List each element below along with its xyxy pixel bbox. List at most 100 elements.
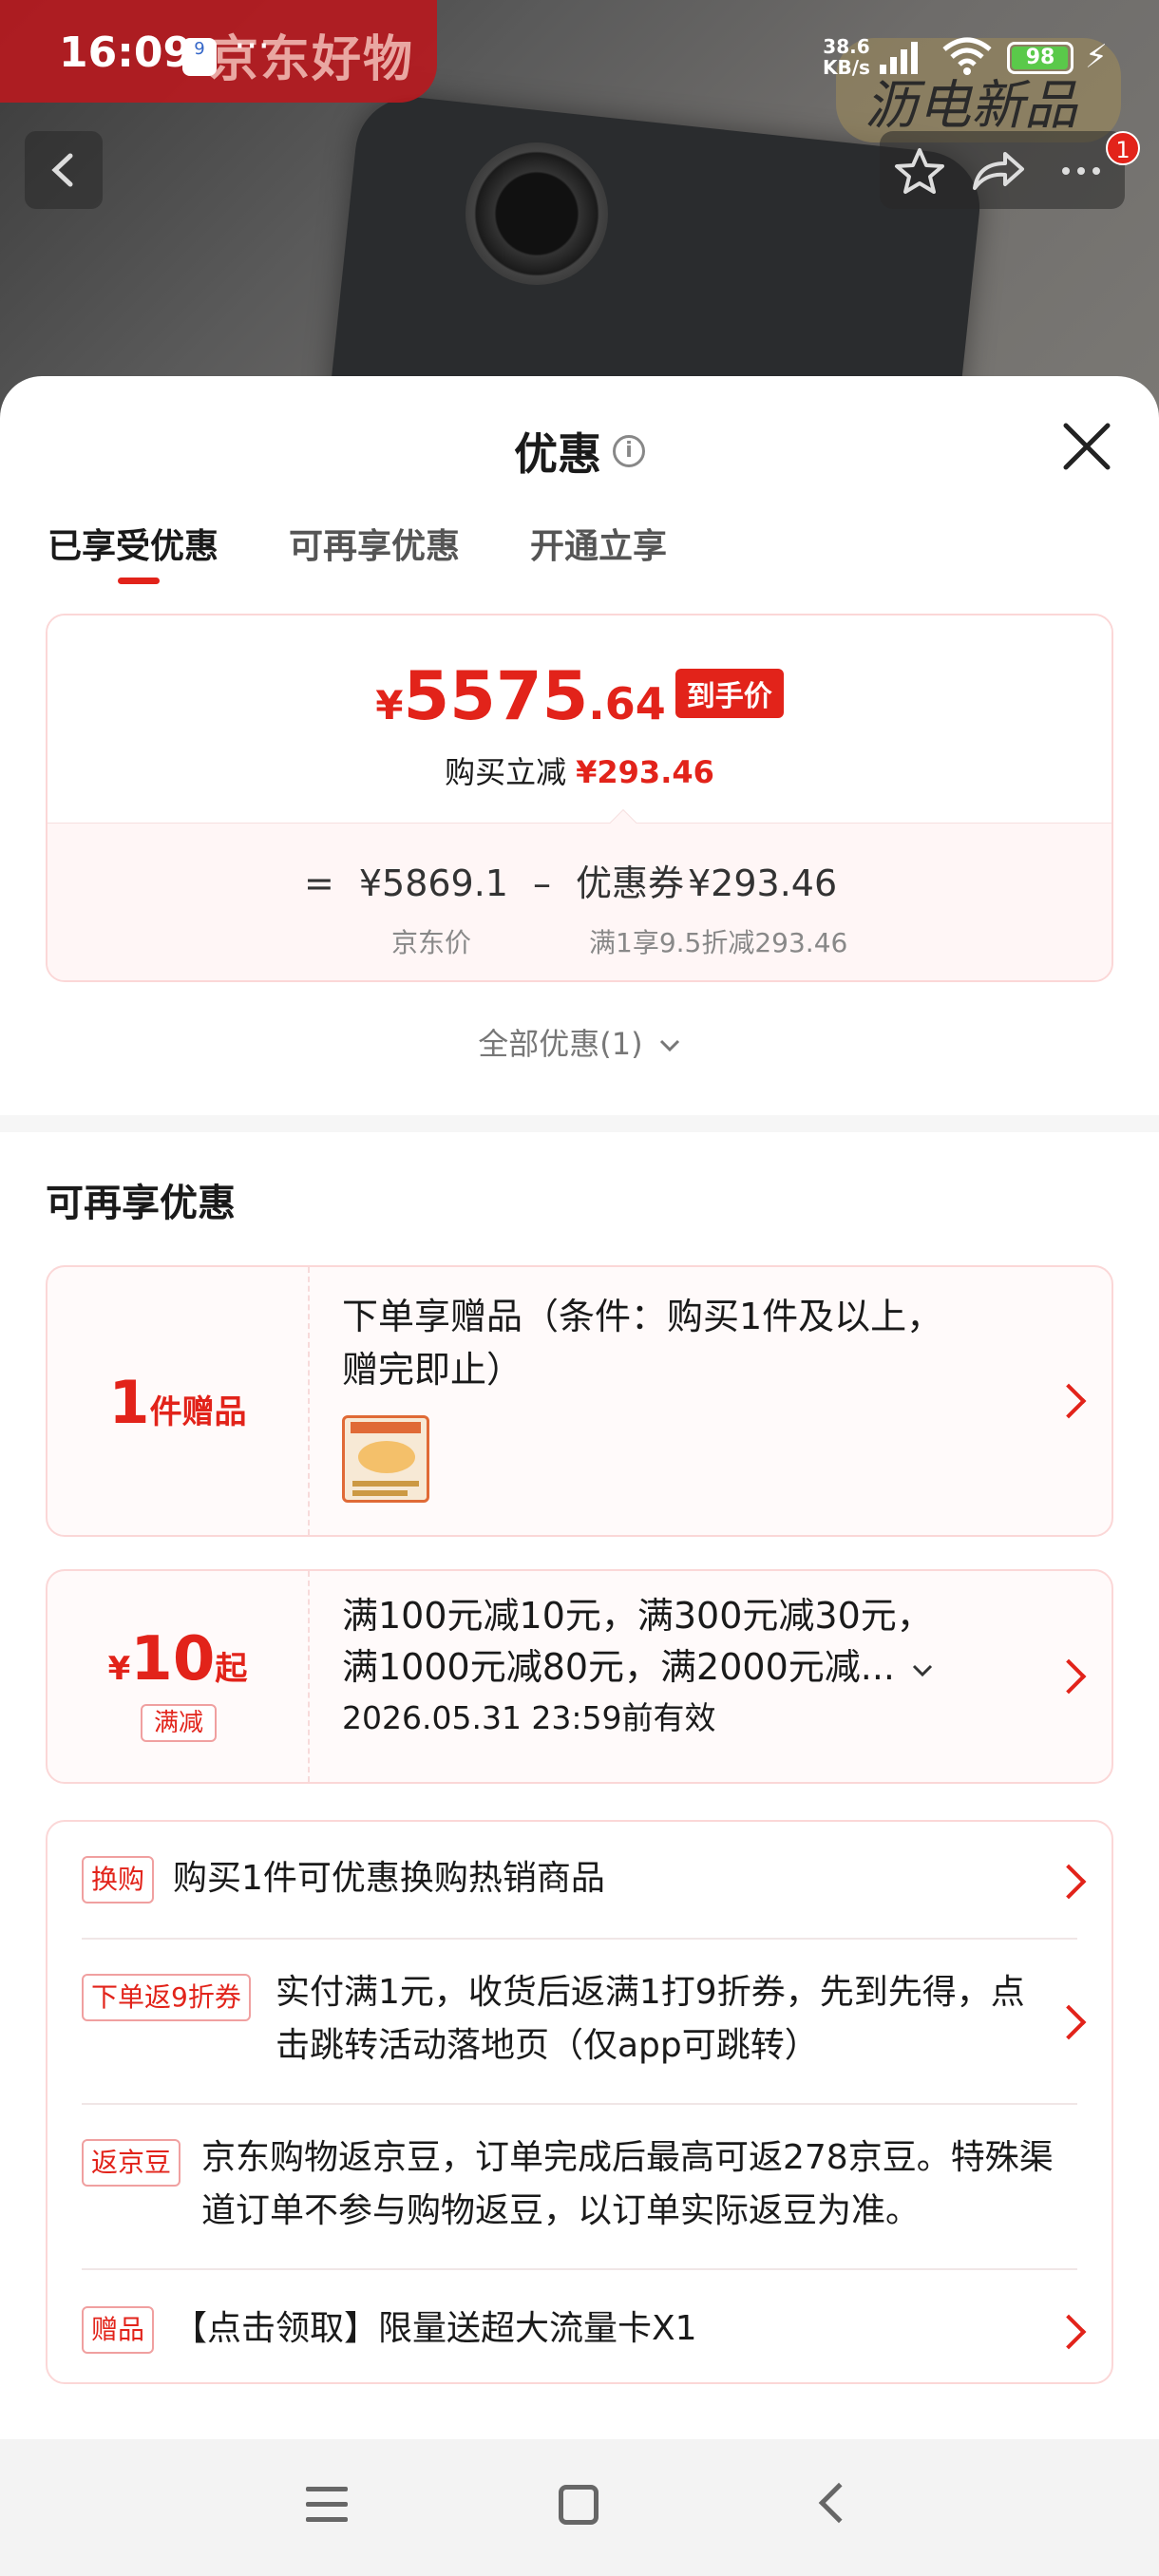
gift-offer-description: 下单享赠品（条件：购买1件及以上， 赠完即止）: [342, 1290, 942, 1396]
full-reduction-offer-card[interactable]: ¥10起 满减 满100元减10元，满300元减30元， 满1000元减80元，…: [46, 1569, 1113, 1784]
offers-sheet: 优惠 i 已享受优惠 可再享优惠 开通立享 ¥5575.64 到手价 购买立减 ¥29…: [0, 376, 1159, 2439]
final-price-integer: 5575: [403, 657, 589, 735]
top-action-group: [880, 131, 1125, 209]
instant-reduction-amount: ¥293.46: [576, 754, 714, 790]
full-reduction-description: 满100元减10元，满300元减30元， 满1000元减80元，满2000元减.…: [342, 1590, 935, 1744]
chevron-right-icon: [1051, 2314, 1087, 2350]
section-divider: [0, 1115, 1159, 1132]
status-bar: 16:09 9 ··· 38.6 KB/s 98 ⚡: [0, 0, 1159, 104]
formula-coupon-amount: ¥293.46: [688, 862, 838, 904]
exchange-text: 购买1件可优惠换购热销商品: [173, 1859, 605, 1898]
full-reduction-number: 10: [130, 1624, 216, 1695]
gift-count-number: 1: [108, 1368, 150, 1437]
extra-offers-list: 换购 购买1件可优惠换购热销商品 下单返9折券 实付满1元，收货后返满1打9折券…: [46, 1820, 1113, 2384]
full-reduction-amount: ¥10起: [48, 1624, 308, 1695]
instant-reduction-label: 购买立减: [445, 754, 567, 790]
all-offers-label: 全部优惠(1): [478, 1026, 643, 1062]
jingdou-line2: 道订单不参与购物返豆，以订单实际返豆为准。: [201, 2191, 921, 2230]
gift-offer-line1: 下单享赠品（条件：购买1件及以上，: [342, 1296, 943, 1337]
instant-reduction: 购买立减 ¥293.46: [48, 748, 1112, 792]
recent-apps-icon[interactable]: [306, 2487, 348, 2525]
battery-icon: 98: [1007, 42, 1074, 74]
full-reduction-suffix: 起: [215, 1650, 248, 1688]
coupon-return-line1: 实付满1元，收货后返满1打9折券，先到先得，点: [276, 1973, 1025, 2012]
final-price-tag: 到手价: [674, 669, 784, 718]
favorite-star-icon[interactable]: [895, 148, 944, 194]
system-navigation-bar: [0, 2439, 1159, 2576]
full-reduction-line1: 满100元减10元，满300元减30元，: [342, 1595, 933, 1637]
list-item-exchange[interactable]: 换购 购买1件可优惠换购热销商品: [48, 1822, 1112, 1940]
message-count-badge: 1: [1106, 131, 1140, 165]
final-price-card: ¥5575.64 到手价 购买立减 ¥293.46 = ¥5869.1– 优惠券 ¥293…: [46, 614, 1113, 982]
final-price-decimal: .64: [588, 678, 666, 729]
tab-activate-offers[interactable]: 开通立享: [530, 519, 667, 568]
product-camera-module: [466, 142, 608, 285]
coupon-return-line2: 击跳转活动落地页（仅app可跳转）: [276, 2026, 819, 2065]
more-icon[interactable]: [1062, 167, 1100, 175]
chevron-down-icon: [659, 1039, 679, 1052]
chevron-right-icon: [1051, 1658, 1087, 1695]
formula-coupon-label: 优惠券: [575, 862, 684, 904]
base-price-caption: 京东价: [391, 927, 472, 958]
close-icon[interactable]: [1060, 420, 1113, 473]
network-speed: 38.6 KB/s: [823, 36, 870, 78]
coupon-return-tag: 下单返9折券: [82, 1974, 251, 2021]
full-reduction-summary: ¥10起 满减: [48, 1571, 310, 1782]
coupon-return-text: 实付满1元，收货后返满1打9折券，先到先得，点 击跳转活动落地页（仅app可跳转…: [276, 1966, 1025, 2073]
chevron-right-icon: [1051, 1383, 1087, 1419]
charging-icon: ⚡: [1085, 38, 1108, 76]
gift-sim-text: 【点击领取】限量送超大流量卡X1: [173, 2309, 697, 2348]
chevron-right-icon: [1051, 1864, 1087, 1900]
notification-more-icon: ···: [234, 25, 271, 68]
back-button[interactable]: [25, 131, 103, 209]
expand-chevron-icon[interactable]: [910, 1660, 935, 1679]
chevron-right-icon: [1051, 2004, 1087, 2040]
formula-minus: –: [532, 862, 551, 904]
top-action-icons: [895, 148, 1100, 194]
gift-offer-summary: 1件赠品: [48, 1267, 310, 1535]
jingdou-line1: 京东购物返京豆，订单完成后最高可返278京豆。特殊渠: [201, 2138, 1054, 2177]
back-arrow-icon: [51, 153, 73, 187]
gift-offer-line2: 赠完即止）: [342, 1349, 523, 1391]
gift-sim-tag: 赠品: [82, 2306, 155, 2354]
jingdou-tag: 返京豆: [82, 2139, 181, 2187]
formula-base-price: ¥5869.1: [358, 862, 508, 904]
full-reduction-line2: 满1000元减80元，满2000元减...: [342, 1641, 935, 1693]
offer-tabs: 已享受优惠 可再享优惠 开通立享: [48, 519, 667, 584]
list-item-coupon-return[interactable]: 下单返9折券 实付满1元，收货后返满1打9折券，先到先得，点 击跳转活动落地页（…: [48, 1940, 1112, 2103]
list-item-jingdou: 返京豆 京东购物返京豆，订单完成后最高可返278京豆。特殊渠 道订单不参与购物返…: [48, 2105, 1112, 2268]
gift-offer-card[interactable]: 1件赠品 下单享赠品（条件：购买1件及以上， 赠完即止）: [46, 1265, 1113, 1537]
full-reduction-tag: 满减: [141, 1704, 217, 1742]
wifi-icon: [942, 37, 992, 75]
notification-app-icon: 9: [182, 38, 217, 76]
final-price-summary: ¥5575.64 到手价 购买立减 ¥293.46: [48, 616, 1112, 823]
final-price: ¥5575.64 到手价: [48, 657, 1112, 735]
tab-enjoyed-offers[interactable]: 已享受优惠: [48, 519, 218, 584]
battery-level: 98: [1025, 46, 1055, 69]
signal-icon: [880, 38, 918, 74]
all-offers-toggle[interactable]: 全部优惠(1): [0, 1020, 1159, 1064]
formula-equals: =: [304, 862, 334, 904]
system-back-icon[interactable]: [818, 2482, 860, 2524]
full-reduction-validity: 2026.05.31 23:59前有效: [342, 1699, 716, 1736]
full-reduction-currency: ¥: [107, 1650, 131, 1688]
status-time: 16:09: [59, 28, 193, 77]
info-icon[interactable]: i: [613, 435, 645, 467]
sheet-title: 优惠: [514, 428, 601, 480]
home-icon[interactable]: [559, 2485, 598, 2525]
more-offers-section-title: 可再享优惠: [46, 1182, 236, 1225]
share-icon[interactable]: [973, 152, 1024, 190]
network-speed-unit: KB/s: [823, 56, 870, 79]
sheet-header: 优惠 i: [0, 420, 1159, 483]
coupon-caption: 满1享9.5折减293.46: [589, 927, 848, 958]
full-reduction-line2-text: 满1000元减80元，满2000元减...: [342, 1646, 896, 1688]
price-breakdown: = ¥5869.1– 优惠券 ¥293.46 京东价 满1享9.5折减293.46: [48, 823, 1112, 980]
price-formula: = ¥5869.1– 优惠券 ¥293.46: [304, 854, 862, 906]
jingdou-text: 京东购物返京豆，订单完成后最高可返278京豆。特殊渠 道订单不参与购物返豆，以订…: [201, 2131, 1054, 2238]
network-speed-value: 38.6: [823, 35, 870, 58]
final-price-currency: ¥: [375, 682, 404, 729]
exchange-tag: 换购: [82, 1856, 155, 1904]
list-item-gift-sim[interactable]: 赠品 【点击领取】限量送超大流量卡X1: [48, 2270, 1112, 2382]
tab-more-offers[interactable]: 可再享优惠: [289, 519, 460, 568]
gift-thumbnail[interactable]: [342, 1415, 429, 1503]
